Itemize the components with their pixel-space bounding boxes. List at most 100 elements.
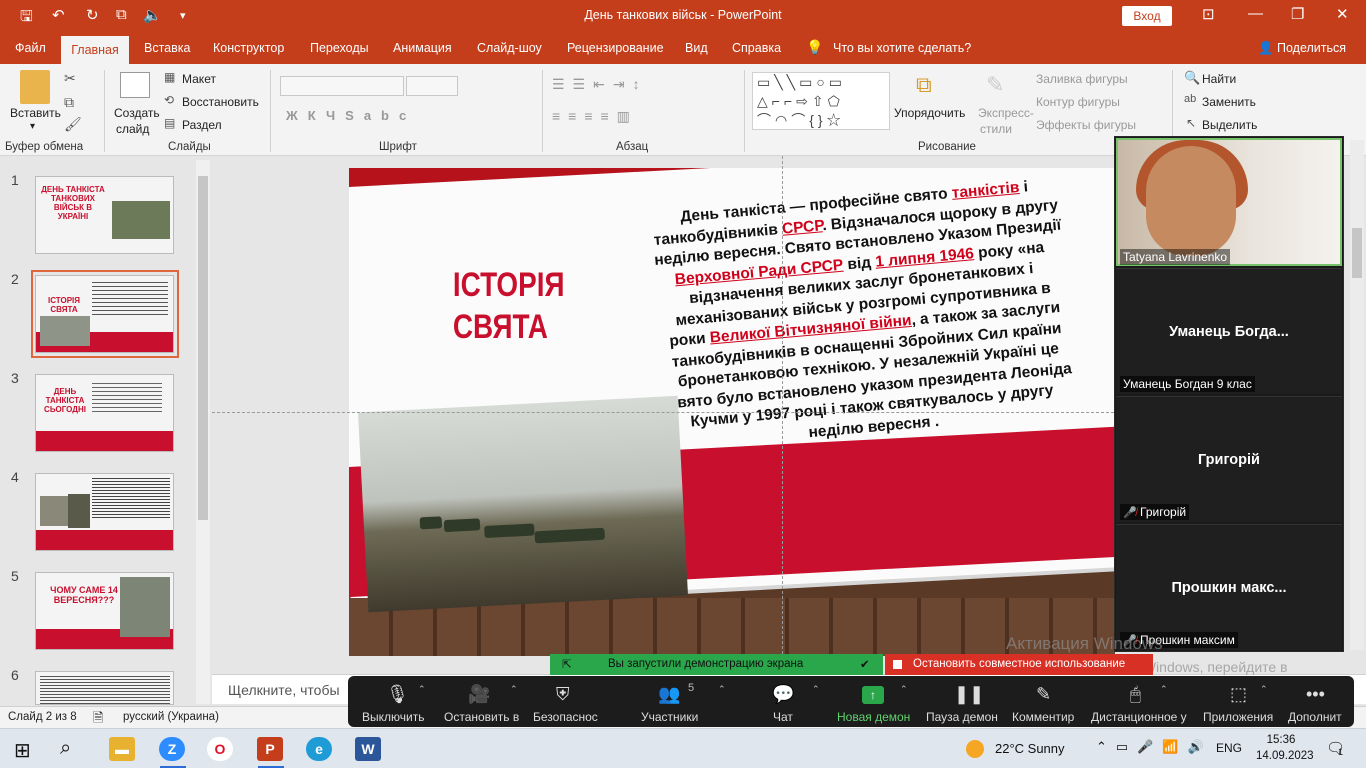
layout-button[interactable]: Макет: [182, 72, 216, 86]
close-icon[interactable]: ✕: [1336, 5, 1349, 23]
tell-me-search[interactable]: Что вы хотите сделать?: [833, 41, 971, 55]
participants-button[interactable]: Участники: [641, 710, 698, 724]
font-name-input[interactable]: [280, 76, 404, 96]
list-icons[interactable]: ☰☰⇤⇥↕: [552, 76, 648, 93]
sign-in-button[interactable]: Вход: [1122, 6, 1172, 26]
remote-control-button[interactable]: Дистанционное у: [1091, 710, 1187, 724]
mute-button[interactable]: Выключить: [362, 710, 424, 724]
new-slide-label-2[interactable]: слайд: [116, 122, 149, 136]
security-shield-icon[interactable]: ⛨: [556, 684, 570, 705]
apps-icon[interactable]: ⬚: [1230, 684, 1247, 705]
security-button[interactable]: Безопаснос: [533, 710, 598, 724]
search-icon[interactable]: ⌕: [60, 737, 71, 760]
slide-thumbnail-2[interactable]: ІСТОРІЯ СВЯТА: [35, 275, 174, 353]
remote-control-icon[interactable]: 🖱: [1130, 684, 1141, 705]
tab-transitions[interactable]: Переходы: [310, 41, 369, 55]
chevron-up-icon[interactable]: ⌃: [718, 684, 726, 695]
slide-thumbnail-1[interactable]: ДЕНЬ ТАНКІСТА ТАНКОВИХ ВІЙСЬК В УКРАЇНІ: [35, 176, 174, 254]
chat-icon[interactable]: 💬: [772, 684, 794, 705]
ribbon-display-icon[interactable]: ⊡: [1202, 5, 1215, 23]
slide-thumbnail-3[interactable]: ДЕНЬ ТАНКІСТА СЬОГОДНІ: [35, 374, 174, 452]
tab-insert[interactable]: Вставка: [144, 41, 190, 55]
slide-scrollbar[interactable]: [1350, 140, 1364, 650]
file-explorer-icon[interactable]: ▬: [109, 737, 135, 761]
chevron-up-icon[interactable]: ⌃: [510, 684, 518, 695]
tab-design[interactable]: Конструктор: [213, 41, 284, 55]
slide-link-text[interactable]: СРСР: [781, 217, 823, 237]
system-tray-icons[interactable]: ⌃▭🎤📶🔊: [1096, 739, 1213, 755]
quick-styles-icon[interactable]: ✎: [986, 72, 1004, 98]
thumbnail-scrollbar[interactable]: [196, 160, 210, 704]
paste-dropdown-icon[interactable]: ▾: [30, 121, 35, 132]
shape-effects-button[interactable]: Эффекты фигуры: [1036, 118, 1136, 132]
chevron-up-icon[interactable]: ⌃: [418, 684, 426, 695]
zoom-app-icon[interactable]: Z: [159, 737, 185, 761]
input-language[interactable]: ENG: [1216, 741, 1242, 755]
opera-icon[interactable]: O: [207, 737, 233, 761]
windows-start-icon[interactable]: ⊞: [14, 738, 31, 763]
language-status[interactable]: русский (Украина): [123, 711, 219, 723]
chevron-up-icon[interactable]: ⌃: [1160, 684, 1168, 695]
select-button[interactable]: Выделить: [1202, 118, 1257, 132]
slide-link-text[interactable]: танкістів: [951, 179, 1020, 202]
tab-help[interactable]: Справка: [732, 41, 781, 55]
copy-icon[interactable]: ⧉: [64, 94, 74, 111]
tab-animation[interactable]: Анимация: [393, 41, 452, 55]
pause-share-button[interactable]: Пауза демон: [926, 710, 998, 724]
font-size-input[interactable]: [406, 76, 458, 96]
paste-button[interactable]: Вставить: [10, 106, 61, 120]
participant-tile[interactable]: Прошкин макс... 🎤̸ Прошкин максим: [1116, 524, 1342, 650]
apps-button[interactable]: Приложения: [1203, 710, 1273, 724]
chat-button[interactable]: Чат: [773, 710, 793, 724]
share-button[interactable]: Поделиться: [1277, 41, 1346, 55]
replace-button[interactable]: Заменить: [1202, 95, 1256, 109]
align-icons[interactable]: ≡≡≡≡▥: [552, 108, 638, 125]
edge-icon[interactable]: e: [306, 737, 332, 761]
chevron-up-icon[interactable]: ⌃: [1260, 684, 1268, 695]
shape-fill-button[interactable]: Заливка фигуры: [1036, 72, 1128, 86]
restore-icon[interactable]: ❐: [1291, 5, 1304, 23]
stop-video-button[interactable]: Остановить в: [444, 710, 519, 724]
stop-share-button[interactable]: Остановить совместное использование: [885, 654, 1153, 675]
arrange-icon[interactable]: ⧉: [916, 72, 932, 98]
video-camera-icon[interactable]: 🎥: [468, 684, 490, 705]
weather-text[interactable]: 22°C Sunny: [995, 741, 1065, 756]
slide-heading[interactable]: ІСТОРІЯ СВЯТА: [453, 264, 565, 348]
shape-outline-button[interactable]: Контур фигуры: [1036, 95, 1120, 109]
annotate-button[interactable]: Комментир: [1012, 710, 1074, 724]
participant-tile[interactable]: Уманець Богда... Уманець Богдан 9 клас: [1116, 268, 1342, 394]
word-icon[interactable]: W: [355, 737, 381, 761]
shapes-gallery[interactable]: ▭╲╲▭○▭ △⌐⌐⇨⇧⬠ ⌒◠⌒{}☆: [752, 72, 890, 130]
microphone-icon[interactable]: 🎙: [386, 684, 409, 705]
new-share-button[interactable]: Новая демон: [837, 710, 910, 724]
tab-view[interactable]: Вид: [685, 41, 708, 55]
quick-styles-label-2[interactable]: стили: [980, 122, 1012, 136]
paste-icon[interactable]: [20, 70, 50, 104]
participant-tile[interactable]: Григорій 🎤̸ Григорій: [1116, 396, 1342, 522]
powerpoint-icon[interactable]: P: [257, 737, 283, 761]
new-share-icon[interactable]: ↑: [862, 686, 884, 704]
slide-thumbnail-6[interactable]: [35, 671, 174, 705]
tab-file[interactable]: Файл: [15, 41, 46, 55]
more-button[interactable]: Дополнит: [1288, 710, 1342, 724]
more-icon[interactable]: •••: [1306, 684, 1325, 705]
sunny-weather-icon[interactable]: [966, 740, 984, 758]
video-tile-active[interactable]: [1116, 138, 1342, 266]
new-slide-label[interactable]: Создать: [114, 106, 160, 120]
tanks-photo[interactable]: [357, 395, 689, 613]
section-button[interactable]: Раздел: [182, 118, 222, 132]
minimize-icon[interactable]: —: [1248, 5, 1263, 22]
tab-review[interactable]: Рецензирование: [567, 41, 664, 55]
slide-thumbnail-4[interactable]: [35, 473, 174, 551]
slide-body-text[interactable]: День танкіста — професійне свято танкіст…: [649, 175, 1079, 456]
annotate-pen-icon[interactable]: ✎: [1036, 684, 1051, 705]
reset-button[interactable]: Восстановить: [182, 95, 259, 109]
clock[interactable]: 15:36 14.09.2023: [1256, 732, 1314, 764]
chevron-up-icon[interactable]: ⌃: [812, 684, 820, 695]
chevron-up-icon[interactable]: ⌃: [900, 684, 908, 695]
quick-styles-label[interactable]: Экспресс-: [978, 106, 1034, 120]
arrange-button[interactable]: Упорядочить: [894, 106, 965, 120]
font-format-icons[interactable]: ЖКЧSabc: [286, 108, 416, 123]
pause-share-icon[interactable]: ❚❚: [954, 684, 984, 705]
find-button[interactable]: Найти: [1202, 72, 1236, 86]
